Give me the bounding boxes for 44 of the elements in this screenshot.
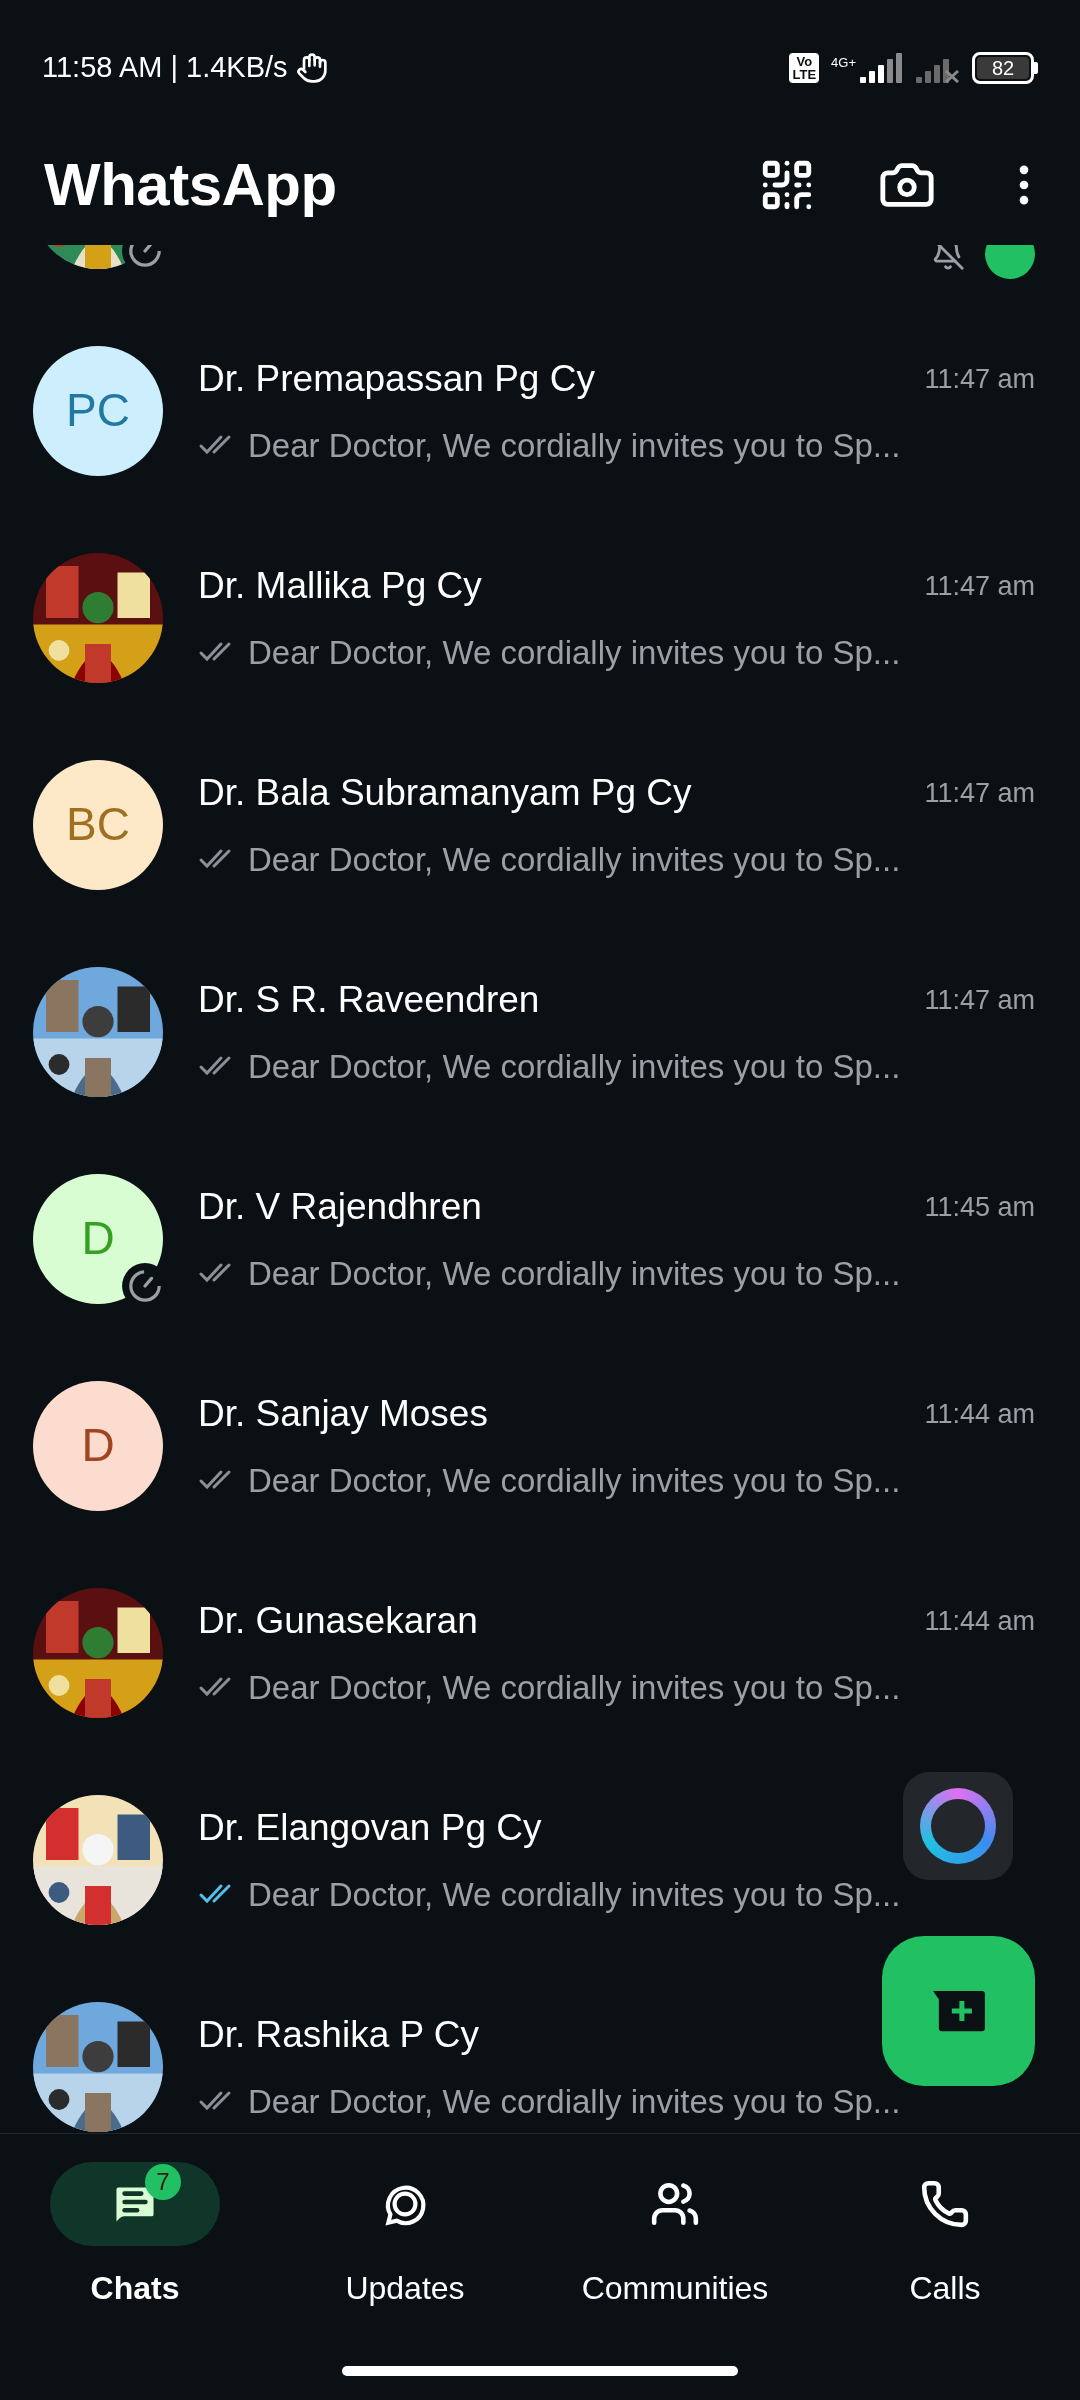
wave-hand-icon bbox=[295, 51, 328, 84]
volte-badge: Vo LTE bbox=[789, 52, 820, 83]
message-time: 11:44 am bbox=[924, 1604, 1035, 1638]
message-time: 11:45 am bbox=[924, 1190, 1035, 1224]
app-title: WhatsApp bbox=[44, 150, 337, 220]
contact-name: Dr. V Rajendhren bbox=[198, 1185, 482, 1229]
nav-tab[interactable]: Updates bbox=[270, 2162, 540, 2312]
message-preview: Dear Doctor, We cordially invites you to Sp... bbox=[248, 1874, 901, 1915]
message-preview: Dear Doctor, We cordially invites you to Sp... bbox=[248, 1667, 901, 1708]
message-preview: Dear Doctor, We cordially invites you to Sp... bbox=[248, 1046, 901, 1087]
message-time: 11:47 am bbox=[924, 983, 1035, 1017]
status-time: 11:58 AM | 1.4KB/s bbox=[42, 49, 288, 85]
contact-name: Dr. Mallika Pg Cy bbox=[198, 564, 482, 608]
assistant-bubble[interactable] bbox=[903, 1772, 1013, 1880]
contact-name: Dr. Sanjay Moses bbox=[198, 1392, 488, 1436]
message-preview: Dear Doctor, We cordially invites you to Sp... bbox=[248, 1253, 901, 1294]
avatar-initials: BC bbox=[33, 759, 163, 890]
contact-name: Dr. Gunasekaran bbox=[198, 1599, 478, 1643]
message-preview: Dear Doctor, We cordially invites you to Sp... bbox=[248, 425, 901, 466]
contact-name: Dr. Rashika P Cy bbox=[198, 2013, 480, 2057]
network-type: 4G+ bbox=[831, 53, 856, 72]
nav-tab[interactable]: Calls bbox=[810, 2162, 1080, 2312]
nav-tab[interactable]: 7 Chats bbox=[0, 2162, 270, 2312]
contact-name: Dr. Elangovan Pg Cy bbox=[198, 1806, 542, 1850]
signal-icon bbox=[860, 52, 904, 83]
message-preview: Dear Doctor, We cordially invites you to Sp... bbox=[248, 839, 901, 880]
avatar-initials: D bbox=[33, 1173, 163, 1304]
message-preview: Dear Doctor, We cordially invites you to Sp... bbox=[248, 632, 901, 673]
message-time: 11:47 am bbox=[924, 569, 1035, 603]
avatar-initials: PC bbox=[33, 345, 163, 476]
message-time: 11:44 am bbox=[924, 1397, 1035, 1431]
avatar-initials: D bbox=[33, 1380, 163, 1511]
contact-name: Dr. S R. Raveendren bbox=[198, 978, 540, 1022]
contact-name: Dr. Premapassan Pg Cy bbox=[198, 357, 595, 401]
message-preview: Dear Doctor, We cordially invites you to Sp... bbox=[248, 2081, 901, 2122]
message-preview: Dear Doctor, We cordially invites you to Sp... bbox=[248, 1460, 901, 1501]
unread-count-badge: 7 bbox=[145, 2164, 181, 2200]
message-time: 11:47 am bbox=[924, 776, 1035, 810]
nav-tab[interactable]: Communities bbox=[540, 2162, 810, 2312]
new-chat-button[interactable] bbox=[882, 1936, 1035, 2086]
muted-icon bbox=[931, 245, 965, 271]
call-icon bbox=[920, 2179, 970, 2229]
message-time: 11:47 am bbox=[924, 362, 1035, 396]
contact-name: Dr. Bala Subramanyam Pg Cy bbox=[198, 771, 692, 815]
